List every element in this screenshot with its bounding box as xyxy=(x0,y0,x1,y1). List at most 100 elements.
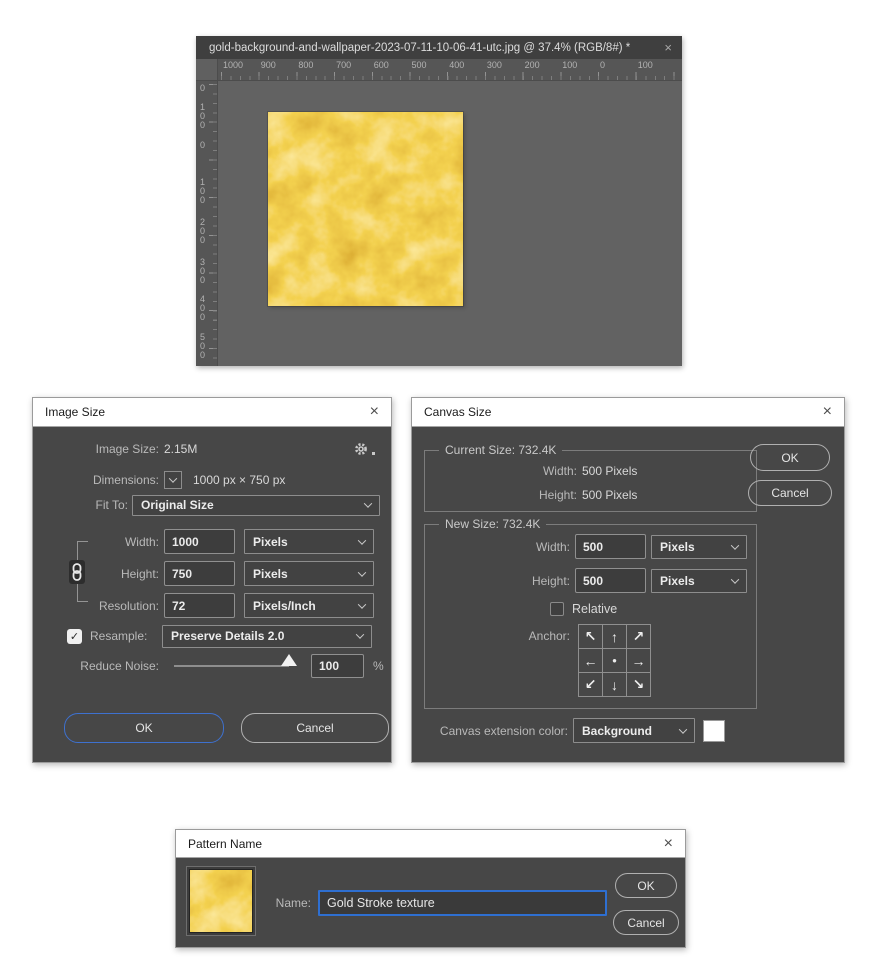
anchor-left[interactable]: ← xyxy=(578,648,603,673)
dimensions-label: Dimensions: xyxy=(92,473,159,487)
new-size-legend: New Size: 732.4K xyxy=(439,517,547,531)
chevron-down-icon xyxy=(355,630,365,639)
current-width-label: Width: xyxy=(542,464,577,478)
width-label: Width: xyxy=(124,534,159,549)
document-title: gold-background-and-wallpaper-2023-07-11… xyxy=(209,41,631,54)
new-width-unit-value: Pixels xyxy=(660,539,695,554)
canvas-size-cancel-button[interactable]: Cancel xyxy=(748,480,832,506)
chevron-down-icon xyxy=(730,540,740,550)
chevron-down-icon xyxy=(357,567,367,577)
image-size-titlebar[interactable]: Image Size × xyxy=(33,398,391,427)
resample-label: Resample: xyxy=(90,629,148,643)
canvas-size-close-icon[interactable]: × xyxy=(823,404,832,420)
height-unit-dropdown[interactable]: Pixels xyxy=(244,561,374,586)
gear-icon[interactable] xyxy=(354,442,369,457)
canvas-size-title: Canvas Size xyxy=(424,405,492,419)
resample-method-value: Preserve Details 2.0 xyxy=(171,629,285,643)
fit-to-label: Fit To: xyxy=(95,498,128,512)
pattern-name-dialog: Pattern Name × Name: OK Cancel xyxy=(175,829,686,948)
current-height-value: 500 Pixels xyxy=(582,488,638,502)
new-height-input[interactable] xyxy=(575,568,646,593)
new-width-input[interactable] xyxy=(575,534,646,559)
height-input[interactable] xyxy=(164,561,235,586)
width-input[interactable] xyxy=(164,529,235,554)
document-close-icon[interactable]: × xyxy=(664,40,672,55)
resample-row: ✓ Resample: Preserve Details 2.0 xyxy=(33,624,391,648)
extension-color-dropdown[interactable]: Background xyxy=(573,718,695,743)
current-height-label: Height: xyxy=(538,488,577,502)
chevron-down-icon xyxy=(363,499,373,508)
horizontal-ruler[interactable]: 1000 900 800 700 600 500 400 300 200 100 0 100 xyxy=(218,59,682,81)
anchor-top[interactable]: ↑ xyxy=(602,624,627,649)
reduce-noise-unit: % xyxy=(373,659,384,673)
new-height-unit-value: Pixels xyxy=(660,573,695,588)
new-width-unit-dropdown[interactable]: Pixels xyxy=(651,534,747,559)
document-tab[interactable]: gold-background-and-wallpaper-2023-07-11… xyxy=(196,36,682,59)
resolution-input[interactable] xyxy=(164,593,235,618)
image-size-dialog: Image Size × Image Size: 2.15M Dimension… xyxy=(32,397,392,763)
fit-to-value: Original Size xyxy=(141,498,214,512)
chevron-down-icon xyxy=(730,574,740,584)
image-size-row: Image Size: 2.15M xyxy=(33,439,391,459)
width-unit-value: Pixels xyxy=(253,534,288,549)
pattern-name-titlebar[interactable]: Pattern Name × xyxy=(176,830,685,858)
chevron-down-icon xyxy=(168,474,178,483)
resolution-label: Resolution: xyxy=(98,598,159,613)
resample-method-dropdown[interactable]: Preserve Details 2.0 xyxy=(162,624,372,648)
anchor-right[interactable]: → xyxy=(626,648,651,673)
canvas-size-titlebar[interactable]: Canvas Size × xyxy=(412,398,844,427)
anchor-top-right[interactable]: ↗ xyxy=(626,624,651,649)
checkbox-check-icon: ✓ xyxy=(69,630,80,643)
resample-checkbox[interactable]: ✓ xyxy=(67,628,82,644)
slider-handle[interactable] xyxy=(281,654,297,666)
current-size-group: Current Size: 732.4K Width: 500 Pixels H… xyxy=(424,443,757,512)
anchor-center[interactable]: ● xyxy=(602,648,627,673)
anchor-label: Anchor: xyxy=(528,629,570,643)
image-size-value: 2.15M xyxy=(164,442,198,456)
reduce-noise-input[interactable] xyxy=(311,654,364,678)
pattern-name-cancel-button[interactable]: Cancel xyxy=(613,910,679,935)
reduce-noise-slider[interactable] xyxy=(174,654,297,667)
new-width-row: Width: Pixels xyxy=(425,534,756,559)
chevron-down-icon xyxy=(357,535,367,545)
gold-texture-image[interactable] xyxy=(268,112,463,306)
new-size-group: New Size: 732.4K Width: Pixels Height: P… xyxy=(424,517,757,709)
extension-color-label: Canvas extension color: xyxy=(439,723,568,738)
current-width-row: Width: 500 Pixels xyxy=(425,462,756,480)
extension-color-value: Background xyxy=(582,723,653,738)
relative-label: Relative xyxy=(572,602,618,616)
anchor-bottom-left[interactable]: ↙ xyxy=(578,672,603,697)
anchor-top-left[interactable]: ↖ xyxy=(578,624,603,649)
relative-checkbox[interactable] xyxy=(550,602,564,616)
resolution-unit-dropdown[interactable]: Pixels/Inch xyxy=(244,593,374,618)
new-height-row: Height: Pixels xyxy=(425,568,756,593)
image-size-close-icon[interactable]: × xyxy=(370,404,379,420)
ruler-corner[interactable] xyxy=(196,59,218,81)
canvas-size-dialog: Canvas Size × Current Size: 732.4K Width… xyxy=(411,397,845,763)
pattern-name-label: Name: xyxy=(275,896,311,910)
dimensions-unit-toggle[interactable] xyxy=(164,471,182,489)
fit-to-dropdown[interactable]: Original Size xyxy=(132,494,380,516)
document-body: 1000 900 800 700 600 500 400 300 200 100 0 100 01 0… xyxy=(196,59,682,366)
pattern-name-ok-button[interactable]: OK xyxy=(615,873,677,898)
anchor-bottom-right[interactable]: ↘ xyxy=(626,672,651,697)
gear-menu-dot-icon xyxy=(372,451,375,455)
resolution-row: Resolution: Pixels/Inch xyxy=(33,593,391,618)
canvas-area[interactable] xyxy=(218,81,682,366)
height-unit-value: Pixels xyxy=(253,566,288,581)
relative-row: Relative xyxy=(425,600,756,618)
current-size-legend: Current Size: 732.4K xyxy=(439,443,563,457)
pattern-name-input[interactable] xyxy=(318,890,607,916)
extension-color-swatch[interactable] xyxy=(703,719,725,742)
pattern-name-close-icon[interactable]: × xyxy=(664,835,673,852)
new-height-unit-dropdown[interactable]: Pixels xyxy=(651,568,747,593)
image-size-ok-button[interactable]: OK xyxy=(64,713,224,743)
anchor-bottom[interactable]: ↓ xyxy=(602,672,627,697)
vertical-ruler[interactable]: 01 0 001 0 02 0 03 0 04 0 05 0 0 xyxy=(196,81,218,366)
chevron-down-icon xyxy=(357,599,367,609)
chevron-down-icon xyxy=(678,724,688,734)
dimensions-row: Dimensions: 1000 px × 750 px xyxy=(33,470,391,490)
image-size-cancel-button[interactable]: Cancel xyxy=(241,713,389,743)
width-unit-dropdown[interactable]: Pixels xyxy=(244,529,374,554)
canvas-size-ok-button[interactable]: OK xyxy=(750,444,830,471)
